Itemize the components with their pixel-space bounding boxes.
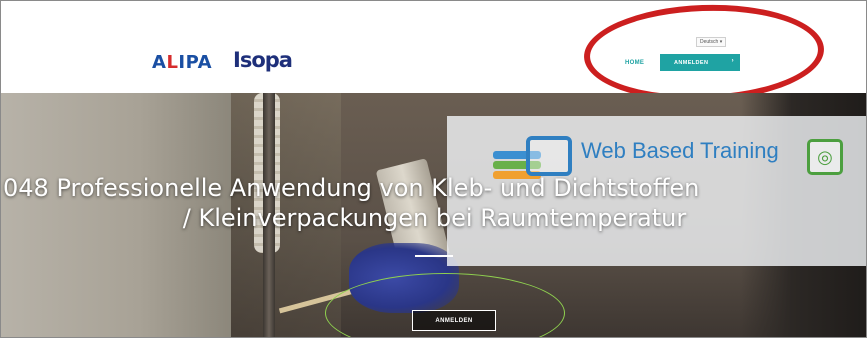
- chevron-right-icon: ›: [731, 58, 734, 64]
- nav-login-button[interactable]: ANMELDEN ›: [660, 54, 740, 71]
- globe-icon: ◎: [807, 139, 843, 175]
- course-title-line-1: 048 Professionelle Anwendung von Kleb- u…: [3, 174, 700, 202]
- wbt-logo-box: [526, 136, 572, 176]
- isopa-logo[interactable]: Isopa: [233, 48, 293, 72]
- language-select[interactable]: Deutsch ▾: [696, 37, 727, 47]
- nav-login-label: ANMELDEN: [674, 59, 709, 66]
- title-divider: [415, 255, 453, 257]
- course-title-line-2: / Kleinverpackungen bei Raumtemperatur: [182, 204, 687, 232]
- hero-glove: [349, 243, 459, 313]
- hero-login-button[interactable]: ANMELDEN: [412, 310, 496, 331]
- screenshot-frame: ALIPA Isopa Deutsch ▾ HOME ANMELDEN › We…: [0, 0, 867, 338]
- nav-home-link[interactable]: HOME: [625, 60, 644, 66]
- web-based-training-text: Web Based Training: [581, 138, 779, 163]
- site-header: ALIPA Isopa Deutsch ▾ HOME ANMELDEN ›: [1, 1, 866, 93]
- alipa-logo[interactable]: ALIPA: [152, 52, 212, 73]
